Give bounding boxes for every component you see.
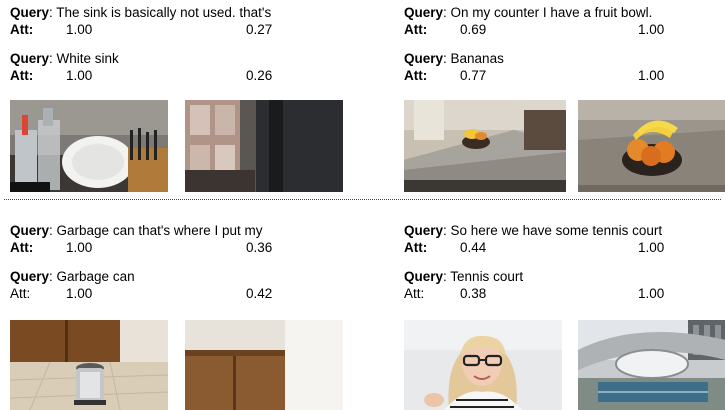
sink-counter-photo: [10, 100, 168, 192]
query-block: Query: Tennis court Att: 0.38 1.00: [404, 268, 725, 314]
query-line: Query: On my counter I have a fruit bowl…: [404, 5, 653, 20]
panel-garbage-can: Query: Garbage can that's where I put my…: [10, 222, 350, 410]
att-line: Att: 0.77 1.00: [404, 68, 665, 83]
att-line: Att: 1.00 0.36: [10, 240, 273, 255]
garbage-can-photo: [10, 320, 168, 410]
att-line: Att: 1.00 0.27: [10, 22, 273, 37]
query-block: Query: On my counter I have a fruit bowl…: [404, 4, 725, 50]
panel-sink: Query: The sink is basically not used. t…: [10, 4, 350, 192]
att-value-2: 1.00: [638, 22, 665, 37]
att-value-2: 1.00: [638, 68, 665, 83]
att-value-2: 1.00: [638, 240, 665, 255]
att-value-1: 1.00: [66, 22, 93, 37]
att-value-1: 1.00: [66, 68, 93, 83]
att-line: Att: 1.00 0.42: [10, 286, 273, 301]
woman-with-glasses-photo: [404, 320, 562, 410]
query-line: Query: Garbage can that's where I put my: [10, 223, 263, 238]
query-block: Query: Bananas Att: 0.77 1.00: [404, 50, 725, 96]
panel-tennis-court: Query: So here we have some tennis court…: [404, 222, 725, 410]
query-block: Query: The sink is basically not used. t…: [10, 4, 350, 50]
query-block: Query: White sink Att: 1.00 0.26: [10, 50, 350, 96]
thumbnail-row: [10, 100, 350, 192]
query-line: Query: The sink is basically not used. t…: [10, 5, 272, 20]
query-line: Query: Garbage can: [10, 269, 135, 284]
query-line: Query: Tennis court: [404, 269, 524, 284]
query-line: Query: Bananas: [404, 51, 504, 66]
att-line: Att: 0.44 1.00: [404, 240, 665, 255]
query-block: Query: Garbage can Att: 1.00 0.42: [10, 268, 350, 314]
panel-fruit-bowl: Query: On my counter I have a fruit bowl…: [404, 4, 725, 192]
window-view-photo: [185, 100, 343, 192]
query-block: Query: So here we have some tennis court…: [404, 222, 725, 268]
att-line: Att: 0.38 1.00: [404, 286, 665, 301]
att-value-2: 1.00: [638, 286, 665, 301]
section-divider: [4, 199, 721, 200]
thumbnail-row: [10, 318, 350, 410]
att-value-2: 0.36: [246, 240, 273, 255]
query-block: Query: Garbage can that's where I put my…: [10, 222, 350, 268]
cabinet-closeup-photo: [185, 320, 343, 410]
att-line: Att: 0.69 1.00: [404, 22, 665, 37]
query-line: Query: White sink: [10, 51, 119, 66]
thumbnail-row: [404, 100, 725, 192]
att-value-2: 0.26: [246, 68, 273, 83]
att-value-1: 0.38: [460, 286, 487, 301]
counter-wide-photo: [404, 100, 566, 192]
att-line: Att: 1.00 0.26: [10, 68, 273, 83]
att-value-1: 0.69: [460, 22, 487, 37]
att-value-1: 0.44: [460, 240, 487, 255]
thumbnail-row: [404, 318, 725, 410]
att-value-1: 1.00: [66, 240, 93, 255]
att-value-1: 1.00: [66, 286, 93, 301]
fruit-bowl-closeup-photo: [578, 100, 725, 192]
query-line: Query: So here we have some tennis court: [404, 223, 663, 238]
tennis-court-photo: [578, 320, 725, 410]
att-value-2: 0.27: [246, 22, 273, 37]
att-value-1: 0.77: [460, 68, 487, 83]
att-value-2: 0.42: [246, 286, 273, 301]
